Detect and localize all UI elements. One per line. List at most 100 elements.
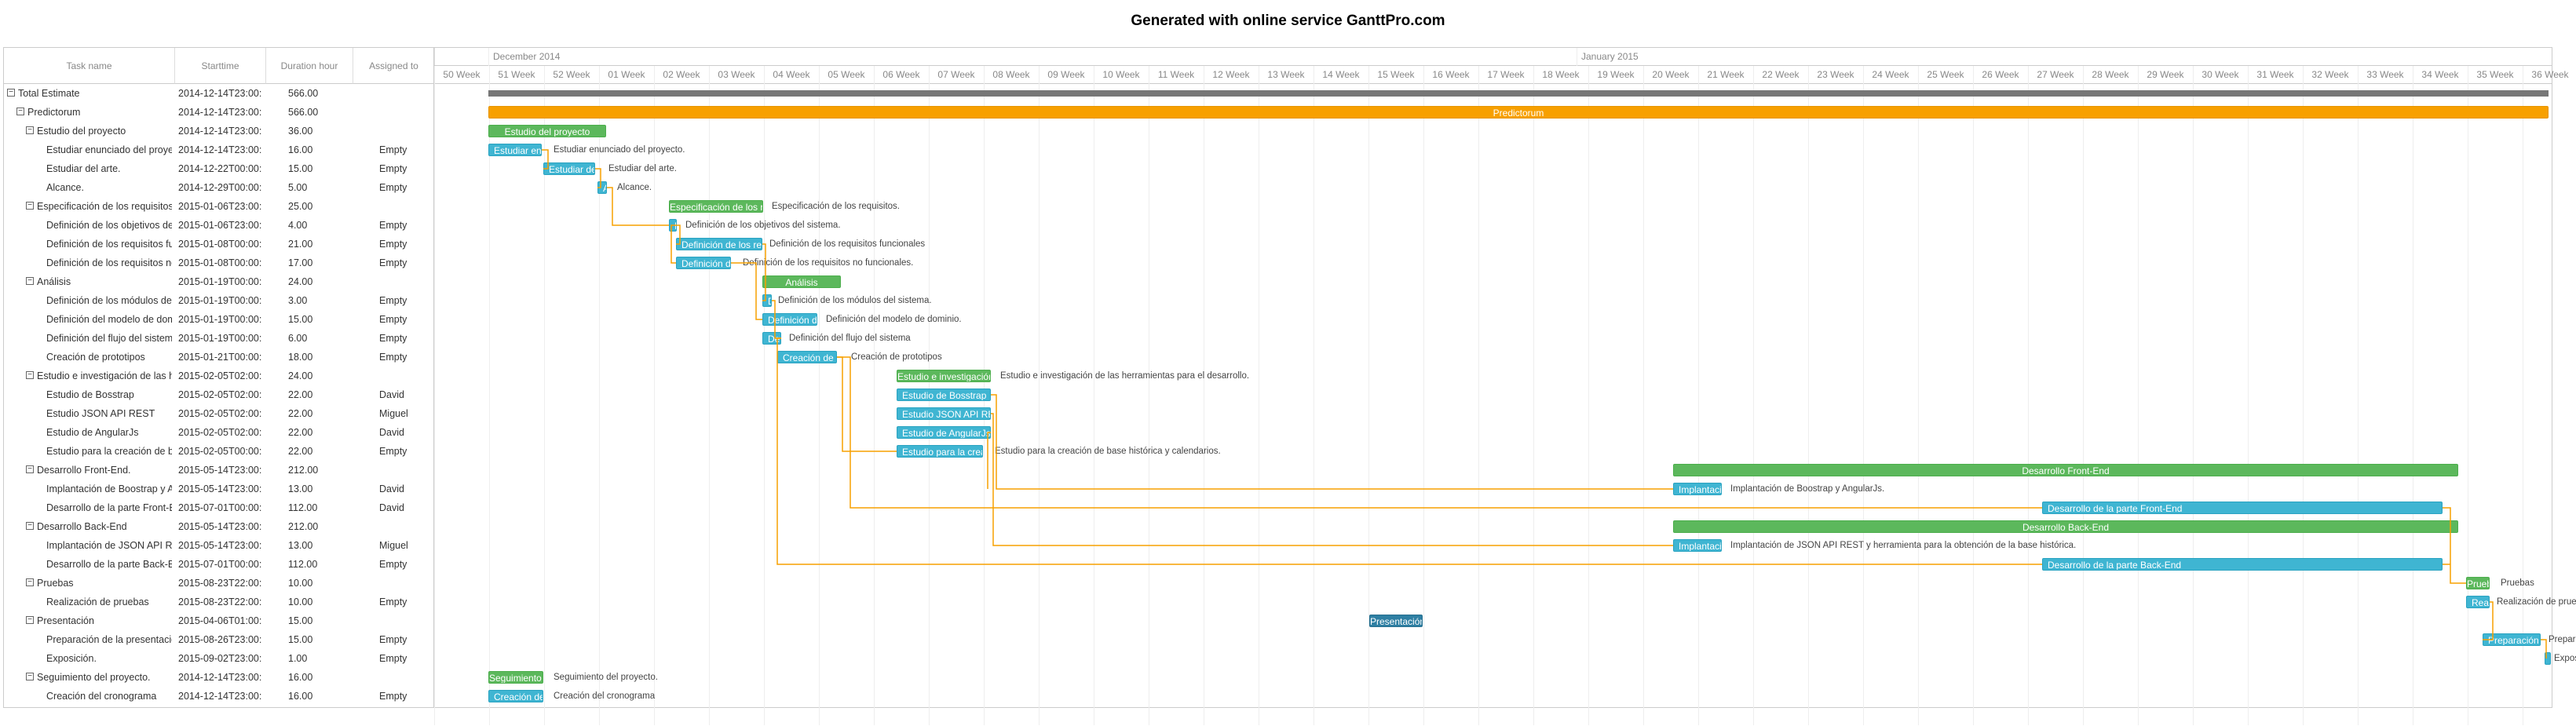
task-row[interactable]: − Estudio del proyecto 2014-12-14T23:00: 36… bbox=[4, 122, 435, 140]
task-row[interactable]: Estudio de AngularJs 2015-02-05T02:00: 22.… bbox=[4, 423, 435, 442]
task-name: Definición de los requisitos no funciona… bbox=[46, 257, 172, 268]
task-row[interactable]: Definición de los objetivos del sistema.… bbox=[4, 216, 435, 235]
collapse-toggle-icon[interactable]: − bbox=[26, 465, 34, 473]
task-start: 2014-12-14T23:00: bbox=[178, 144, 262, 155]
collapse-toggle-icon[interactable]: − bbox=[26, 616, 34, 624]
task-assigned: Empty bbox=[379, 634, 407, 645]
dependency-link bbox=[991, 394, 1673, 490]
task-row[interactable]: Desarrollo de la parte Back-End 2015-07-0… bbox=[4, 555, 435, 574]
task-start: 2015-01-19T00:00: bbox=[178, 333, 262, 344]
task-row[interactable]: − Pruebas 2015-08-23T22:00: 10.00 bbox=[4, 574, 435, 593]
collapse-toggle-icon[interactable]: − bbox=[7, 89, 15, 97]
task-duration: 25.00 bbox=[288, 201, 313, 212]
task-start: 2015-05-14T23:00: bbox=[178, 521, 262, 532]
task-row[interactable]: − Presentación 2015-04-06T01:00: 15.00 bbox=[4, 611, 435, 630]
task-start: 2015-08-23T22:00: bbox=[178, 578, 262, 589]
task-start: 2015-02-05T00:00: bbox=[178, 446, 262, 457]
task-duration: 5.00 bbox=[288, 182, 308, 193]
gantt-timeline: December 2014 January 2015 50 Week 51 Week 5… bbox=[433, 47, 2576, 725]
task-name: Implantación de Boostrap y AngularJs. bbox=[46, 483, 172, 494]
collapse-toggle-icon[interactable]: − bbox=[26, 126, 34, 134]
task-row[interactable]: Estudio para la creación de base históri… bbox=[4, 442, 435, 461]
task-duration: 4.00 bbox=[288, 220, 308, 231]
task-assigned: Empty bbox=[379, 691, 407, 702]
task-start: 2015-01-21T00:00: bbox=[178, 352, 262, 363]
task-duration: 17.00 bbox=[288, 257, 313, 268]
collapse-toggle-icon[interactable]: − bbox=[26, 522, 34, 530]
task-duration: 21.00 bbox=[288, 239, 313, 250]
task-name: Estudio de AngularJs bbox=[46, 427, 139, 438]
collapse-toggle-icon[interactable]: − bbox=[16, 108, 24, 115]
task-row[interactable]: Definición del flujo del sistema 2015-01-… bbox=[4, 329, 435, 348]
task-row[interactable]: Exposición. 2015-09-02T23:00: 1.00 Empty bbox=[4, 649, 435, 668]
task-duration: 15.00 bbox=[288, 163, 313, 174]
task-row[interactable]: Creación de prototipos 2015-01-21T00:00: 1… bbox=[4, 348, 435, 367]
task-name: Desarrollo de la parte Back-End bbox=[46, 559, 172, 570]
task-row[interactable]: − Total Estimate 2014-12-14T23:00: 566.00 bbox=[4, 84, 435, 103]
task-name: Total Estimate bbox=[18, 88, 80, 99]
task-name: Implantación de JSON API REST y herramie… bbox=[46, 540, 172, 551]
collapse-toggle-icon[interactable]: − bbox=[26, 371, 34, 379]
task-row[interactable]: − Desarrollo Back-End 2015-05-14T23:00: 212… bbox=[4, 517, 435, 536]
dependency-link bbox=[542, 149, 549, 170]
task-assigned: Empty bbox=[379, 295, 407, 306]
task-row[interactable]: Implantación de Boostrap y AngularJs. 201… bbox=[4, 480, 435, 498]
task-start: 2015-02-05T02:00: bbox=[178, 389, 262, 400]
column-header-assigned[interactable]: Assigned to bbox=[353, 48, 435, 84]
task-start: 2014-12-29T00:00: bbox=[178, 182, 262, 193]
task-row[interactable]: − Seguimiento del proyecto. 2014-12-14T23:… bbox=[4, 668, 435, 687]
task-assigned bbox=[379, 668, 434, 687]
dependency-link bbox=[2541, 639, 2547, 659]
task-row[interactable]: − Especificación de los requisitos. 2015-0… bbox=[4, 197, 435, 216]
task-start: 2015-05-14T23:00: bbox=[178, 483, 262, 494]
task-row[interactable]: − Predictorum 2014-12-14T23:00: 566.00 bbox=[4, 103, 435, 122]
task-row[interactable]: Definición de los módulos del sistema. 20… bbox=[4, 291, 435, 310]
task-row[interactable]: − Análisis 2015-01-19T00:00: 24.00 bbox=[4, 272, 435, 291]
task-duration: 1.00 bbox=[288, 653, 308, 664]
task-row[interactable]: Estudiar del arte. 2014-12-22T00:00: 15.00… bbox=[4, 159, 435, 178]
task-name: Preparación de la presentación bbox=[46, 634, 172, 645]
column-header-starttime[interactable]: Starttime bbox=[175, 48, 266, 84]
chart-title: Generated with online service GanttPro.c… bbox=[1131, 13, 1445, 29]
task-row[interactable]: Alcance. 2014-12-29T00:00: 5.00 Empty bbox=[4, 178, 435, 197]
collapse-toggle-icon[interactable]: − bbox=[26, 202, 34, 210]
dependency-link bbox=[670, 224, 677, 264]
dependency-link bbox=[776, 337, 781, 357]
task-row[interactable]: Estudio de Bosstrap 2015-02-05T02:00: 22.0… bbox=[4, 385, 435, 404]
task-row[interactable]: Desarrollo de la parte Front-End 2015-07-… bbox=[4, 498, 435, 517]
task-duration: 212.00 bbox=[288, 465, 319, 476]
column-header-duration[interactable]: Duration hour bbox=[266, 48, 353, 84]
task-duration: 15.00 bbox=[288, 634, 313, 645]
dependency-link bbox=[731, 262, 762, 320]
task-assigned bbox=[379, 461, 434, 480]
task-duration: 13.00 bbox=[288, 540, 313, 551]
task-start: 2014-12-14T23:00: bbox=[178, 88, 262, 99]
task-assigned: Empty bbox=[379, 314, 407, 325]
task-row[interactable]: Estudio JSON API REST 2015-02-05T02:00: 22… bbox=[4, 404, 435, 423]
task-row[interactable]: Implantación de JSON API REST y herramie… bbox=[4, 536, 435, 555]
task-row[interactable]: Preparación de la presentación 2015-08-26… bbox=[4, 630, 435, 649]
task-row[interactable]: Realización de pruebas 2015-08-23T22:00: 1… bbox=[4, 593, 435, 611]
task-row[interactable]: Definición de los requisitos funcionales… bbox=[4, 235, 435, 254]
task-name: Estudio e investigación de las herramien… bbox=[37, 370, 172, 381]
task-name: Creación de prototipos bbox=[46, 352, 145, 363]
task-row[interactable]: −Estudio e investigación de las herramie… bbox=[4, 367, 435, 385]
task-row[interactable]: Definición de los requisitos no funciona… bbox=[4, 254, 435, 272]
task-duration: 6.00 bbox=[288, 333, 308, 344]
task-assigned bbox=[379, 84, 434, 103]
task-row[interactable]: Estudiar enunciado del proyecto. 2014-12-… bbox=[4, 140, 435, 159]
task-start: 2015-08-23T22:00: bbox=[178, 596, 262, 607]
task-name: Análisis bbox=[37, 276, 71, 287]
task-name: Exposición. bbox=[46, 653, 97, 664]
task-name: Definición de los módulos del sistema. bbox=[46, 295, 172, 306]
collapse-toggle-icon[interactable]: − bbox=[26, 277, 34, 285]
task-row[interactable]: − Desarrollo Front-End. 2015-05-14T23:00: 2… bbox=[4, 461, 435, 480]
task-duration: 10.00 bbox=[288, 596, 313, 607]
collapse-toggle-icon[interactable]: − bbox=[26, 673, 34, 680]
column-header-task-name[interactable]: Task name bbox=[4, 48, 175, 84]
task-assigned bbox=[379, 367, 434, 385]
collapse-toggle-icon[interactable]: − bbox=[26, 578, 34, 586]
task-row[interactable]: Definición del modelo de dominio. 2015-01… bbox=[4, 310, 435, 329]
task-duration: 112.00 bbox=[288, 559, 318, 570]
task-row[interactable]: Creación del cronograma 2014-12-14T23:00:… bbox=[4, 687, 435, 706]
